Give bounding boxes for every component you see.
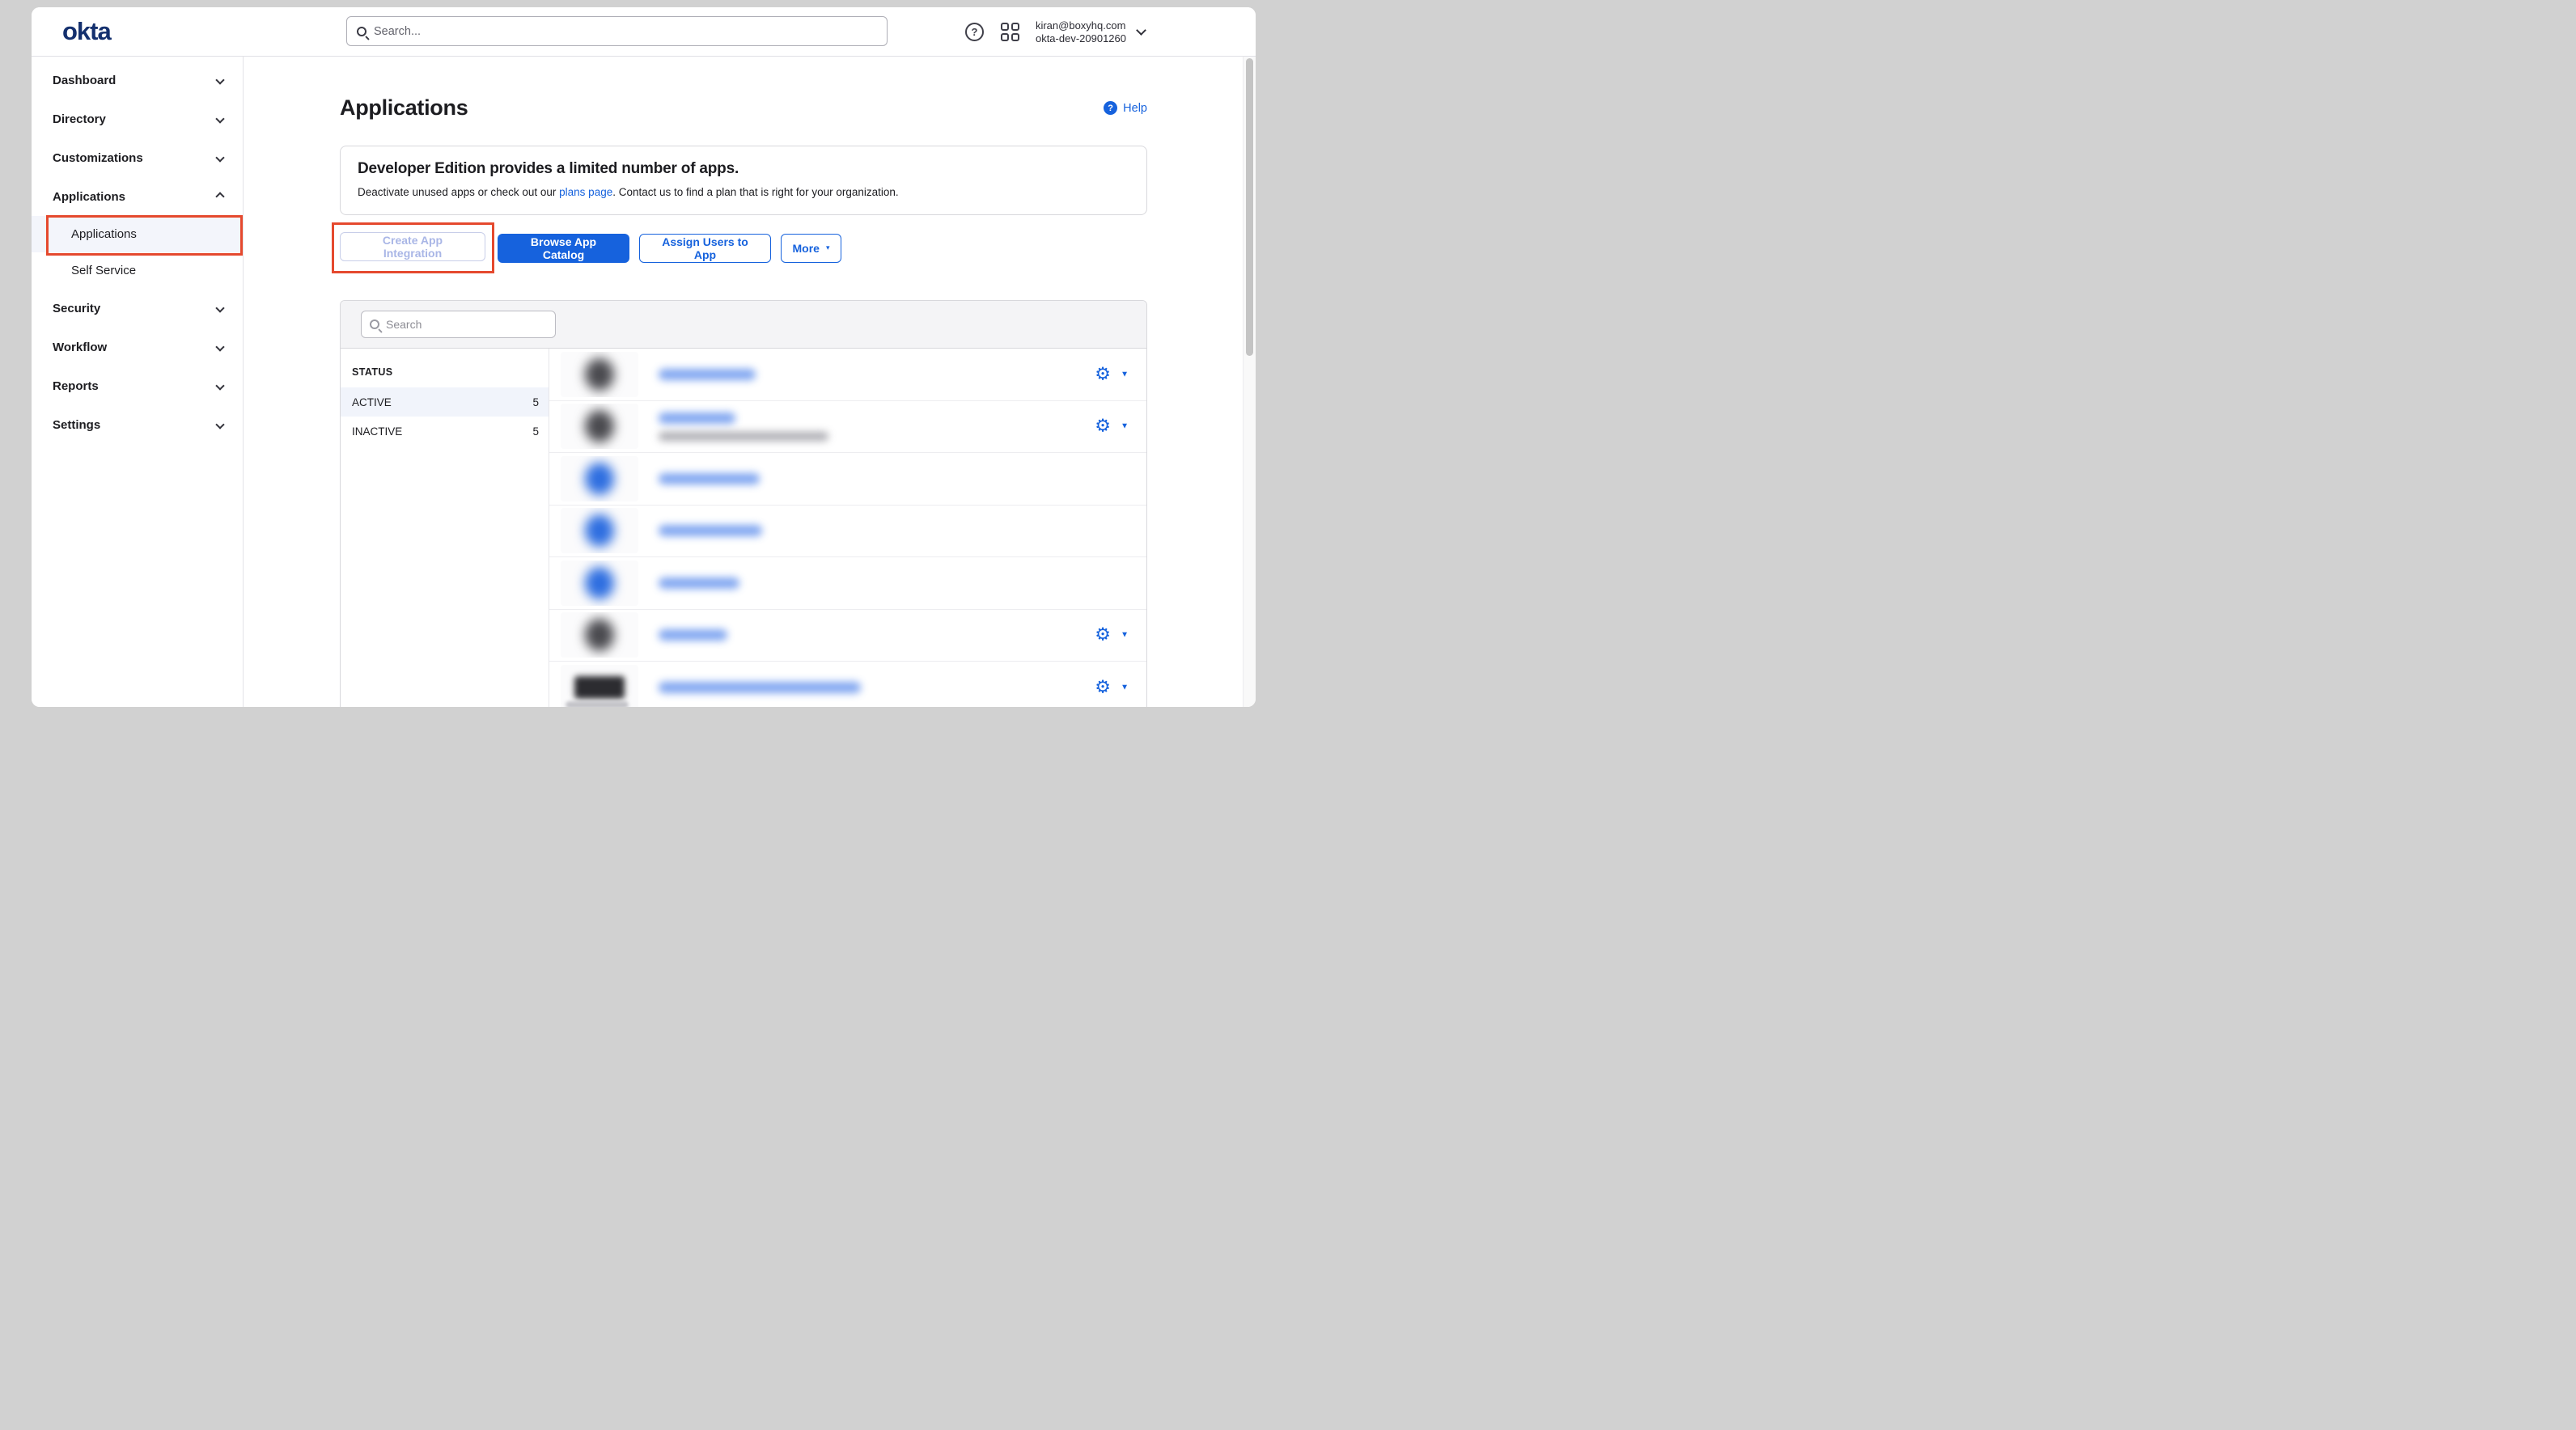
- okta-logo[interactable]: okta: [62, 17, 112, 46]
- app-logo-icon: [561, 455, 638, 501]
- sidebar-item-reports[interactable]: Reports: [32, 366, 243, 405]
- search-icon: [370, 319, 379, 329]
- chevron-down-icon: [215, 114, 225, 124]
- status-filter: STATUS ACTIVE 5 INACTIVE 5: [341, 349, 549, 707]
- chevron-up-icon: [215, 192, 225, 201]
- help-question-icon[interactable]: ?: [964, 23, 984, 41]
- app-list-row: ⚙ ▼: [549, 349, 1146, 401]
- account-org: okta-dev-20901260: [1035, 32, 1126, 44]
- active-count: 5: [532, 396, 539, 408]
- app-logo-icon: [561, 351, 638, 397]
- red-annotation-box-create-app: Create App Integration: [332, 222, 494, 273]
- global-search[interactable]: [346, 16, 888, 46]
- app-subtitle-redacted: [659, 431, 828, 441]
- app-logo-icon: [561, 664, 638, 707]
- app-rows: ⚙ ▼ ⚙ ▼ ⚙ ▼ ⚙ ▼: [549, 349, 1146, 707]
- chevron-down-icon: [215, 75, 225, 85]
- page-scrollbar[interactable]: [1243, 57, 1256, 707]
- plans-page-link[interactable]: plans page: [559, 186, 612, 198]
- sidebar-item-applications[interactable]: Applications: [32, 177, 243, 216]
- apps-search[interactable]: [361, 311, 556, 338]
- app-list-row: ⚙ ▼: [549, 401, 1146, 453]
- developer-edition-banner: Developer Edition provides a limited num…: [340, 146, 1147, 215]
- sidebar-item-directory[interactable]: Directory: [32, 99, 243, 138]
- inactive-count: 5: [532, 425, 539, 438]
- sidebar-subitem-self-service[interactable]: Self Service: [32, 252, 243, 289]
- more-button[interactable]: More ▾: [781, 233, 841, 263]
- caret-down-icon: ▾: [825, 243, 830, 252]
- apps-grid-icon[interactable]: [1000, 23, 1019, 41]
- chevron-down-icon: [215, 342, 225, 352]
- gear-icon[interactable]: ⚙: [1095, 625, 1111, 644]
- app-list-row: [549, 453, 1146, 506]
- page-title: Applications: [340, 95, 468, 120]
- app-logo-icon: [561, 508, 638, 554]
- list-toolbar: [341, 301, 1146, 349]
- account-email: kiran@boxyhq.com: [1035, 19, 1126, 32]
- gear-icon[interactable]: ⚙: [1095, 417, 1111, 435]
- sidebar-subitem-applications[interactable]: Applications: [32, 216, 243, 252]
- chevron-down-icon: [215, 153, 225, 163]
- banner-title: Developer Edition provides a limited num…: [358, 160, 739, 177]
- app-list-row: [549, 506, 1146, 557]
- assign-users-to-app-button[interactable]: Assign Users to App: [639, 233, 771, 263]
- app-list-row: ⚙ ▼: [549, 610, 1146, 662]
- banner-body: Deactivate unused apps or check out our …: [358, 186, 899, 198]
- search-icon: [357, 26, 366, 36]
- okta-admin-window: okta ? kiran@boxyhq.com okta-dev-2090126…: [32, 7, 1256, 707]
- app-list-row: ⚙ ▼: [549, 662, 1146, 707]
- create-app-integration-button[interactable]: Create App Integration: [340, 232, 485, 261]
- scrollbar-thumb[interactable]: [1246, 58, 1253, 356]
- row-caret-down-icon[interactable]: ▼: [1121, 370, 1129, 379]
- app-name-redacted-link[interactable]: [659, 412, 735, 424]
- chevron-down-icon: [215, 420, 225, 429]
- sidebar-item-security[interactable]: Security: [32, 289, 243, 328]
- apps-search-input[interactable]: [386, 318, 547, 331]
- row-caret-down-icon[interactable]: ▼: [1121, 631, 1129, 640]
- gear-icon[interactable]: ⚙: [1095, 365, 1111, 383]
- applications-list-panel: STATUS ACTIVE 5 INACTIVE 5 ⚙▼⚙▼⚙▼⚙▼: [340, 300, 1147, 707]
- sidebar-item-dashboard[interactable]: Dashboard: [32, 61, 243, 99]
- global-search-input[interactable]: [374, 24, 877, 38]
- sidebar-item-settings[interactable]: Settings: [32, 405, 243, 444]
- filter-active[interactable]: ACTIVE 5: [341, 387, 549, 417]
- actions-toolbar: Create App Integration Browse App Catalo…: [332, 222, 1147, 273]
- app-name-redacted-link[interactable]: [659, 577, 739, 589]
- row-caret-down-icon[interactable]: ▼: [1121, 422, 1129, 431]
- row-caret-down-icon[interactable]: ▼: [1121, 683, 1129, 692]
- app-logo-icon: [561, 612, 638, 658]
- app-name-redacted-link[interactable]: [659, 472, 760, 484]
- gear-icon[interactable]: ⚙: [1095, 678, 1111, 696]
- status-filter-header: STATUS: [352, 366, 393, 378]
- account-chevron-down-icon[interactable]: [1136, 25, 1146, 36]
- app-name-redacted-link[interactable]: [659, 525, 762, 537]
- sidebar: Dashboard Directory Customizations Appli…: [32, 57, 244, 707]
- filter-inactive[interactable]: INACTIVE 5: [341, 417, 549, 446]
- main-area: Applications ? Help Developer Edition pr…: [244, 57, 1243, 707]
- app-logo-icon: [561, 404, 638, 450]
- sidebar-item-customizations[interactable]: Customizations: [32, 138, 243, 177]
- chevron-down-icon: [215, 381, 225, 391]
- account-menu[interactable]: kiran@boxyhq.com okta-dev-20901260: [1036, 19, 1126, 45]
- help-link[interactable]: ? Help: [1104, 101, 1147, 115]
- top-bar-right: ? kiran@boxyhq.com okta-dev-20901260: [964, 7, 1146, 57]
- app-list-row: [549, 557, 1146, 610]
- browse-app-catalog-button[interactable]: Browse App Catalog: [498, 233, 629, 263]
- sidebar-item-workflow[interactable]: Workflow: [32, 328, 243, 366]
- app-name-redacted-link[interactable]: [659, 368, 756, 380]
- app-name-redacted-link[interactable]: [659, 629, 727, 641]
- help-badge-icon: ?: [1104, 101, 1118, 115]
- chevron-down-icon: [215, 303, 225, 313]
- top-bar: okta ? kiran@boxyhq.com okta-dev-2090126…: [32, 7, 1256, 57]
- app-name-redacted-link[interactable]: [659, 681, 861, 693]
- app-logo-icon: [561, 560, 638, 606]
